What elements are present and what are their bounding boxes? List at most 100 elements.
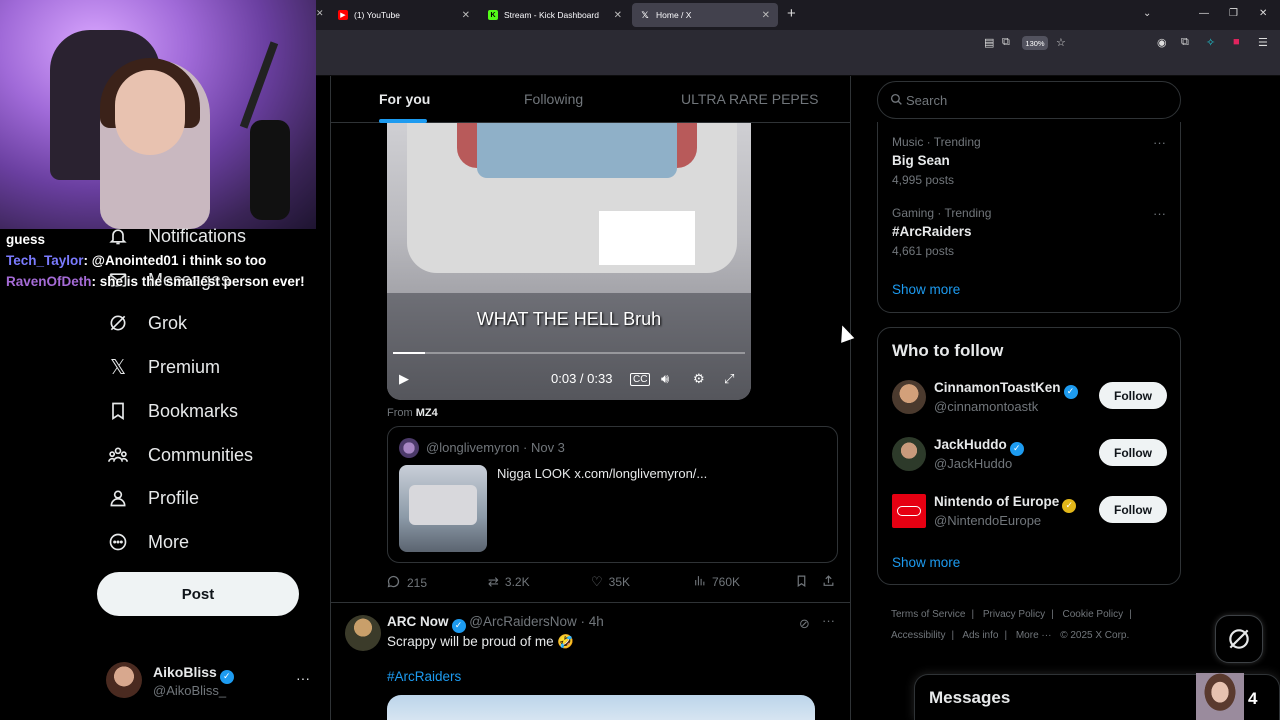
footer-link[interactable]: Terms of Service [891, 609, 965, 620]
bookmark-button[interactable] [795, 574, 814, 591]
new-tab-button[interactable]: + [787, 5, 796, 22]
settings-gear-icon[interactable]: ⚙ [693, 371, 705, 387]
video-frame-window [477, 123, 677, 178]
nav-item-more[interactable]: More [106, 527, 189, 557]
trends-panel: Music · Trending Big Sean 4,995 posts ··… [877, 122, 1181, 313]
zoom-level-badge[interactable]: 130% [1022, 36, 1048, 50]
trend-item[interactable]: Music · Trending Big Sean 4,995 posts [892, 135, 981, 187]
more-icon[interactable]: ··· [1153, 135, 1166, 150]
more-icon[interactable]: ··· [296, 670, 310, 686]
volume-icon[interactable]: 🔊︎ [661, 371, 669, 387]
trend-name: Big Sean [892, 153, 950, 168]
video-progress-bar[interactable] [393, 352, 745, 354]
avatar [892, 437, 926, 471]
follow-button[interactable]: Follow [1099, 439, 1167, 466]
tab-for-you[interactable]: For you [379, 91, 430, 107]
extension-badge-icon[interactable]: ■ [1233, 36, 1240, 48]
extensions-icon[interactable]: ⧉ [1181, 36, 1189, 49]
footer-link[interactable]: Cookie Policy [1063, 609, 1124, 620]
maximize-button[interactable]: ❐ [1229, 8, 1238, 19]
footer-link[interactable]: Accessibility [891, 630, 945, 641]
search-bar[interactable] [877, 81, 1181, 119]
follow-button[interactable]: Follow [1099, 496, 1167, 523]
like-count: 35K [608, 575, 631, 589]
picture-in-picture-icon[interactable]: ⧉ [1002, 36, 1010, 49]
close-icon[interactable]: ✕ [614, 10, 622, 21]
window-close-button[interactable]: ✕ [1259, 8, 1267, 19]
star-bookmark-icon[interactable]: ☆ [1056, 36, 1066, 49]
footer-separator: | [1129, 609, 1132, 620]
tab-youtube[interactable]: ▶ (1) YouTube ✕ [330, 3, 478, 27]
trend-item[interactable]: Gaming · Trending #ArcRaiders 4,661 post… [892, 206, 991, 258]
more-icon[interactable]: ··· [1153, 206, 1166, 221]
more-icon[interactable]: ··· [822, 613, 835, 628]
avatar[interactable] [345, 615, 381, 651]
who-to-follow-show-more-link[interactable]: Show more [892, 555, 960, 570]
footer-link[interactable]: More ··· [1016, 630, 1052, 641]
nav-item-profile[interactable]: Profile [106, 483, 199, 513]
repost-icon: ⇄ [488, 574, 499, 589]
footer-link[interactable]: Privacy Policy [983, 609, 1045, 620]
minimize-button[interactable]: — [1199, 8, 1209, 19]
quoted-post[interactable]: @longlivemyron · Nov 3 Nigga LOOK x.com/… [387, 426, 838, 563]
follow-suggestion[interactable]: JackHuddo ✓ @JackHuddo Follow [892, 437, 1172, 477]
footer-separator: | [971, 609, 975, 620]
reply-button[interactable]: 215 [386, 574, 427, 592]
from-account[interactable]: MZ4 [416, 407, 438, 419]
grok-floating-button[interactable] [1215, 615, 1263, 663]
post-media[interactable] [387, 695, 815, 720]
hashtag-link[interactable]: #ArcRaiders [387, 669, 461, 684]
people-icon [106, 443, 130, 467]
nav-item-grok[interactable]: Grok [106, 308, 187, 338]
messages-drawer[interactable]: Messages 4 [914, 673, 1280, 720]
grok-icon [106, 311, 130, 335]
trends-show-more-link[interactable]: Show more [892, 282, 960, 297]
account-icon[interactable]: ◉ [1157, 36, 1167, 49]
tab-kick-dashboard[interactable]: K Stream - Kick Dashboard ✕ [480, 3, 630, 27]
close-icon[interactable]: ✕ [762, 10, 770, 21]
reply-count: 215 [407, 576, 428, 590]
follow-button[interactable]: Follow [1099, 382, 1167, 409]
post-button[interactable]: Post [97, 572, 299, 616]
suggestion-name: Nintendo of Europe [934, 494, 1060, 509]
tab-label: (1) YouTube [354, 10, 400, 20]
tab-ultra-rare-pepes[interactable]: ULTRA RARE PEPES [681, 91, 818, 107]
chat-text: she is the smallest person ever! [99, 274, 305, 289]
nav-item-bookmarks[interactable]: Bookmarks [106, 396, 238, 426]
fullscreen-icon[interactable]: ⤢ [724, 371, 734, 387]
post-author-name[interactable]: ARC Now [387, 614, 449, 629]
grok-icon[interactable]: ⊘ [799, 616, 810, 632]
follow-suggestion[interactable]: Nintendo of Europe ✓ @NintendoEurope Foll… [892, 494, 1172, 534]
search-input[interactable] [906, 90, 1166, 110]
share-button[interactable] [822, 574, 841, 591]
tab-close-icon[interactable]: ✕ [316, 8, 324, 19]
close-icon[interactable]: ✕ [462, 10, 470, 21]
tab-home-x[interactable]: 𝕏 Home / X ✕ [632, 3, 778, 27]
views-button[interactable]: 760K [693, 574, 740, 590]
play-icon[interactable]: ▶ [399, 371, 409, 387]
tab-label: Home / X [656, 10, 692, 20]
menu-icon[interactable]: ☰ [1258, 36, 1268, 49]
captions-icon[interactable]: CC [630, 373, 651, 386]
account-switcher[interactable]: AikoBliss ✓ @AikoBliss_ ··· [106, 662, 320, 702]
youtube-icon: ▶ [338, 10, 348, 20]
tab-list-chevron-icon[interactable]: ⌄ [1143, 8, 1151, 19]
verified-badge-icon: ✓ [219, 669, 234, 684]
nav-item-premium[interactable]: 𝕏 Premium [106, 352, 220, 382]
nav-item-communities[interactable]: Communities [106, 440, 253, 470]
repost-button[interactable]: ⇄ 3.2K [488, 574, 530, 590]
post-author-handle[interactable]: @ArcRaidersNow · 4h [469, 614, 604, 629]
like-button[interactable]: ♡ 35K [591, 574, 630, 590]
reader-view-icon[interactable]: ▤ [984, 36, 994, 49]
quoted-post-thumbnail [399, 465, 487, 552]
bookmark-icon [795, 574, 808, 591]
footer-link[interactable]: Ads info [962, 630, 998, 641]
verified-badge-icon: ✓ [1062, 498, 1077, 513]
tab-following[interactable]: Following [524, 91, 583, 107]
kick-icon: K [488, 10, 498, 20]
post[interactable]: ARC Now ✓ @ArcRaidersNow · 4h Scrappy wil… [331, 603, 850, 720]
extension-icon[interactable]: ✧ [1206, 36, 1215, 49]
video-player[interactable]: WHAT THE HELL Bruh ▶ 0:03 / 0:33 CC 🔊︎ ⚙… [387, 123, 751, 400]
follow-suggestion[interactable]: CinnamonToastKen ✓ @cinnamontoastk Follow [892, 380, 1172, 420]
video-time: 0:03 / 0:33 [551, 371, 613, 386]
